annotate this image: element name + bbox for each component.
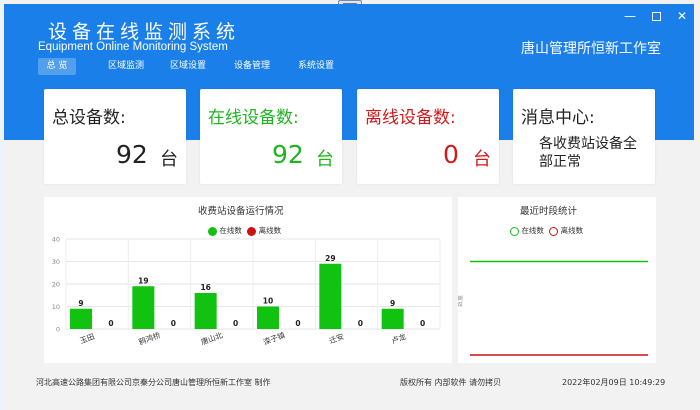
x-tick-label: 滦子镇 (262, 329, 287, 346)
bar-online-label: 9 (390, 299, 395, 308)
card-total-devices: 总设备数: 92 台 (44, 89, 186, 184)
bar-offline-label: 0 (420, 319, 425, 328)
y-tick-label: 0 (56, 326, 60, 334)
tab-system-settings[interactable]: 系统设置 (294, 58, 338, 75)
close-button[interactable]: ✕ (668, 6, 696, 26)
bar-offline-label: 0 (171, 319, 176, 328)
y-tick-label: 10 (52, 303, 60, 311)
bar-online-label: 16 (200, 283, 210, 292)
minimize-icon: — (624, 9, 636, 23)
line-chart: 数量 (458, 260, 648, 356)
card-online-value: 92 (272, 140, 304, 169)
bar-online-label: 19 (138, 276, 148, 285)
maximize-icon (651, 12, 661, 21)
app-title: 设备在线监测系统 (48, 21, 241, 43)
y-tick-label: 40 (52, 236, 60, 244)
footer-datetime: 2022年02月09日 10:49:29 (562, 378, 666, 387)
x-tick-label: 唐山北 (199, 329, 224, 346)
x-tick-label: 玉田 (79, 332, 96, 346)
app-subtitle: Equipment Online Monitoring System (38, 41, 228, 53)
x-tick-label: 迁安 (328, 331, 346, 346)
close-icon: ✕ (676, 9, 688, 23)
bar-chart-panel: 收费站设备运行情况 在线数 离线数 0 10 20 30 40 9 0 玉田 19 0 鸦鸿桥 16 0… (44, 197, 452, 363)
bar-offline-label: 0 (358, 319, 363, 328)
app-window: 设备在线监测系统 Equipment Online Monitoring Sys… (0, 0, 700, 410)
bar-offline-label: 0 (233, 319, 238, 328)
tab-overview[interactable]: 总 览 (38, 58, 76, 75)
x-tick-label: 卢龙 (390, 331, 408, 346)
bar-offline-label: 0 (295, 319, 300, 328)
card-online-devices: 在线设备数: 92 台 (200, 89, 342, 184)
tab-area-monitor[interactable]: 区域监测 (104, 58, 148, 75)
bar-online (257, 306, 279, 329)
studio-name: 唐山管理所恒新工作室 (521, 41, 661, 57)
bar-online-label: 9 (78, 299, 83, 308)
tab-device-manage[interactable]: 设备管理 (230, 58, 274, 75)
bar-online (70, 308, 92, 329)
maximize-button[interactable] (642, 6, 670, 26)
card-total-label: 总设备数: (52, 108, 126, 128)
card-total-value: 92 (116, 140, 148, 169)
bar-online (132, 286, 155, 329)
bar-online-label: 10 (263, 297, 273, 306)
minimize-button[interactable]: — (616, 6, 644, 26)
bar-offline-label: 0 (108, 319, 113, 328)
bar-online (194, 293, 217, 329)
bar-chart: 0 10 20 30 40 9 0 玉田 19 0 鸦鸿桥 16 0 唐山北 10 0 滦子镇 29 0 迁安 9 0 卢龙 (52, 236, 441, 347)
card-offline-label: 离线设备数: (365, 108, 456, 128)
card-message-label: 消息中心: (521, 108, 595, 128)
footer-copyright: 版权所有 内部软件 请勿拷贝 (400, 378, 502, 387)
y-tick-label: 30 (52, 258, 60, 266)
card-message-center: 消息中心: 各收费站设备全部正常 (513, 89, 655, 184)
bar-online-label: 29 (325, 254, 335, 263)
line-chart-panel: 最近时段统计 在线数 离线数 数量 (458, 197, 656, 363)
bar-online (319, 263, 342, 329)
footer-credit: 河北高速公路集团有限公司京秦分公司唐山管理所恒新工作室 制作 (36, 378, 271, 387)
card-offline-value: 0 (443, 140, 459, 169)
x-tick-label: 鸦鸿桥 (137, 329, 162, 346)
card-message-text: 各收费站设备全部正常 (539, 136, 637, 170)
card-offline-devices: 离线设备数: 0 台 (357, 89, 499, 184)
card-offline-unit: 台 (473, 149, 491, 170)
tab-area-settings[interactable]: 区域设置 (166, 58, 210, 75)
line-y-axis-label: 数量 (458, 295, 464, 307)
card-online-unit: 台 (316, 149, 334, 170)
card-online-label: 在线设备数: (208, 108, 299, 128)
y-tick-label: 20 (52, 281, 60, 289)
card-total-unit: 台 (160, 149, 178, 170)
bar-online (381, 308, 404, 329)
